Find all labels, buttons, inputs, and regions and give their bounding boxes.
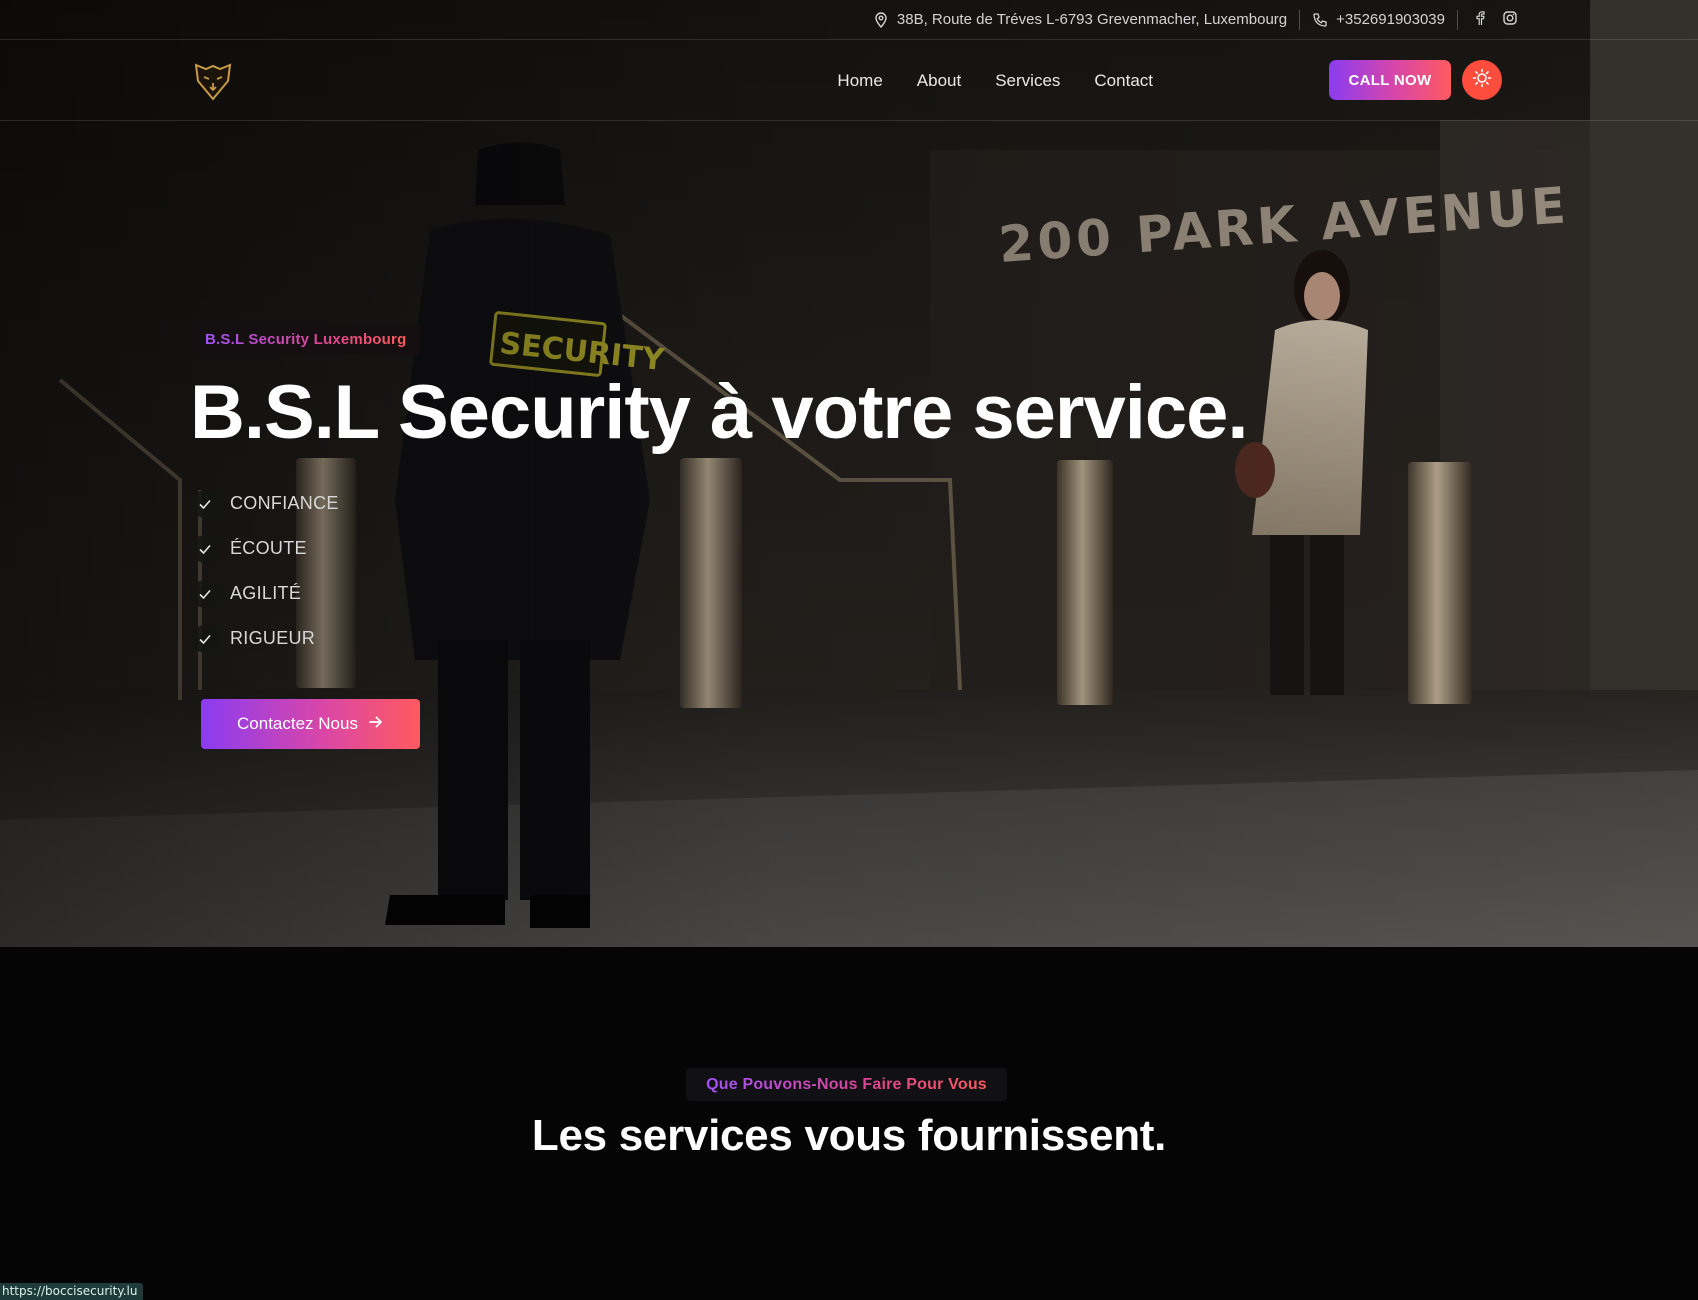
sun-icon (1472, 68, 1492, 93)
hero-eyebrow: B.S.L Security Luxembourg (191, 324, 421, 355)
status-bar-url: https://boccisecurity.lu (0, 1283, 144, 1300)
feature-label: RIGUEUR (230, 628, 316, 648)
phone-item[interactable]: +352691903039 (1300, 10, 1457, 30)
feature-label: ÉCOUTE (230, 538, 307, 558)
services-eyebrow: Que Pouvons-Nous Faire Pour Vous (686, 1068, 1007, 1101)
check-icon (191, 534, 219, 563)
hero-overlay (0, 0, 1698, 947)
nav-menu: Home About Services Contact (837, 40, 1153, 121)
feature-item: CONFIANCE (191, 481, 339, 526)
call-now-button[interactable]: CALL NOW (1329, 60, 1451, 100)
hero-title: B.S.L Security à votre service. (190, 370, 1248, 455)
nav-item-services[interactable]: Services (995, 71, 1060, 91)
services-title: Les services vous fournissent. (531, 1111, 1167, 1160)
instagram-icon[interactable] (1502, 10, 1518, 30)
top-bar: 38B, Route de Tréves L-6793 Grevenmacher… (0, 0, 1698, 40)
hero-section: 200 PARK AVENUE (0, 0, 1698, 947)
check-icon (191, 489, 219, 518)
facebook-icon[interactable] (1472, 10, 1488, 30)
feature-item: RIGUEUR (191, 616, 339, 661)
arrow-right-icon (368, 714, 384, 735)
nav-item-about[interactable]: About (917, 71, 961, 91)
lion-logo-icon[interactable] (190, 57, 236, 103)
check-icon (191, 579, 219, 608)
address-text: 38B, Route de Tréves L-6793 Grevenmacher… (896, 11, 1288, 28)
nav-item-contact[interactable]: Contact (1094, 71, 1153, 91)
services-section: Que Pouvons-Nous Faire Pour Vous Les ser… (0, 947, 1698, 1300)
address-item: 38B, Route de Tréves L-6793 Grevenmacher… (861, 10, 1299, 30)
phone-icon (1312, 12, 1328, 28)
feature-item: ÉCOUTE (191, 526, 339, 571)
contact-us-label: Contactez Nous (237, 714, 358, 733)
feature-list: CONFIANCE ÉCOUTE AGILITÉ RIGUEUR (191, 481, 339, 661)
phone-text[interactable]: +352691903039 (1336, 11, 1445, 28)
contact-us-button[interactable]: Contactez Nous (201, 699, 420, 749)
map-pin-icon (873, 11, 889, 28)
main-navbar: Home About Services Contact CALL NOW (0, 40, 1698, 121)
feature-label: CONFIANCE (230, 493, 339, 513)
nav-item-home[interactable]: Home (837, 71, 882, 91)
social-links (1458, 10, 1518, 30)
services-eyebrow-text: Que Pouvons-Nous Faire Pour Vous (706, 1075, 987, 1093)
feature-label: AGILITÉ (230, 583, 302, 603)
check-icon (191, 624, 219, 653)
theme-toggle-button[interactable] (1462, 60, 1502, 100)
hero-eyebrow-text: B.S.L Security Luxembourg (205, 331, 407, 348)
feature-item: AGILITÉ (191, 571, 339, 616)
